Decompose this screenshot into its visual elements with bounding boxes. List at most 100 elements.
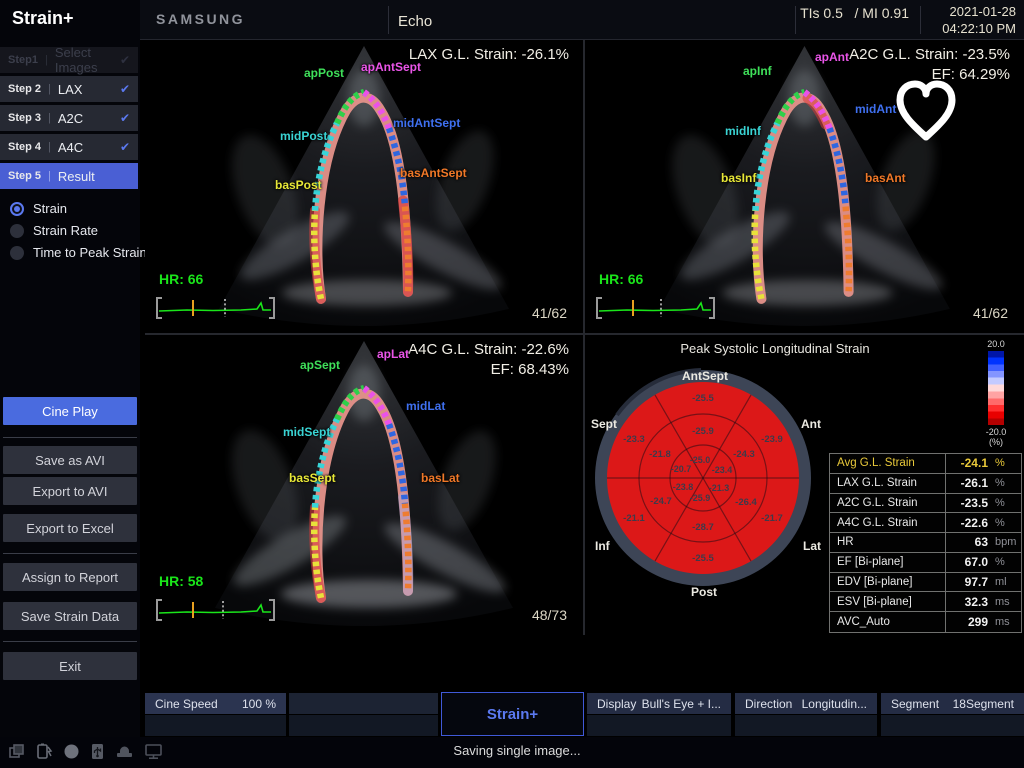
step-item-lax[interactable]: Step 2|LAX✔	[0, 76, 138, 102]
exit-button[interactable]: Exit	[3, 652, 137, 680]
frame-counter: 41/62	[532, 305, 567, 321]
scale-min: -20.0	[977, 427, 1015, 437]
cine-speed-label: Cine Speed	[155, 697, 218, 711]
region-label-lat: Lat	[803, 539, 821, 553]
strain-value-mid-sept: -21.8	[649, 449, 671, 460]
segment-label-apantsept: apAntSept	[361, 60, 421, 74]
export-to-excel-button[interactable]: Export to Excel	[3, 514, 137, 542]
sidebar: Strain+ Step1|Select Images✔ Step 2|LAX✔ S…	[0, 0, 140, 768]
lax-ultrasound-image	[145, 40, 583, 333]
preset-label: Echo	[398, 13, 432, 30]
strain-value-apical-inf: -23.8	[673, 482, 694, 492]
lax-view: LAX G.L. Strain: -26.1% apPostapAntSeptm…	[145, 40, 583, 333]
bullseye-title: Peak Systolic Longitudinal Strain	[625, 341, 925, 356]
ti-mi-readout: TIs 0.5 / MI 0.91	[800, 5, 909, 21]
display-control[interactable]: DisplayBull's Eye + I...	[587, 693, 731, 714]
strain-value-basal-sept: -23.3	[623, 434, 645, 445]
strain-value-basal-post: -25.5	[692, 553, 714, 564]
bullseye-plot: -25.5-23.9-21.7-25.5-21.1-23.3-25.9-24.3…	[585, 363, 823, 593]
app-title: Strain+	[12, 8, 74, 29]
a2c-view: A2C G.L. Strain: -23.5% EF: 64.29% apInf…	[585, 40, 1024, 333]
divider	[795, 6, 796, 34]
lax-strain-readout: LAX G.L. Strain: -26.1%	[409, 46, 569, 63]
segment-label-apsept: apSept	[300, 358, 340, 372]
control-bar: Cine Speed 100 % Strain+ DisplayBull's E…	[140, 692, 1024, 737]
direction-control[interactable]: DirectionLongitudin...	[735, 693, 877, 714]
heart-rate: HR: 58	[159, 573, 203, 589]
ti-value: TIs 0.5	[800, 5, 843, 21]
check-icon: ✔	[120, 111, 130, 125]
date-value: 2021-01-28	[950, 4, 1017, 19]
table-row-ef-bi-plane-: EF [Bi-plane]67.0%	[830, 553, 1021, 573]
region-label-inf: Inf	[595, 539, 610, 553]
mode-radio-strain-rate[interactable]: Strain Rate	[10, 223, 98, 238]
step-item-select-images[interactable]: Step1|Select Images✔	[0, 47, 138, 73]
check-icon: ✔	[120, 53, 130, 67]
samsung-logo: SAMSUNG	[156, 11, 245, 27]
mode-radio-time-to-peak-strain[interactable]: Time to Peak Strain	[10, 245, 147, 260]
strain-value-apical-sept: -20.7	[671, 464, 692, 474]
export-to-avi-button[interactable]: Export to AVI	[3, 477, 137, 505]
cine-play-button[interactable]: Cine Play	[3, 397, 137, 425]
step-item-result[interactable]: Step 5|Result	[0, 163, 138, 189]
a4c-view: A4C G.L. Strain: -22.6% EF: 68.43% apSep…	[145, 335, 583, 635]
strain-value-basal-lat: -21.7	[761, 513, 783, 524]
table-row-a2c-g-l-strain: A2C G.L. Strain-23.5%	[830, 494, 1021, 514]
layers-icon	[8, 743, 25, 760]
top-bar: SAMSUNG Echo TIs 0.5 / MI 0.91 2021-01-2…	[140, 0, 1024, 40]
save-as-avi-button[interactable]: Save as AVI	[3, 446, 137, 474]
empty-cell	[145, 715, 286, 736]
segment-label-midsept: midSept	[283, 425, 330, 439]
table-row-edv-bi-plane-: EDV [Bi-plane]97.7ml	[830, 573, 1021, 593]
strain-value-mid-inf: -24.7	[650, 496, 672, 507]
frame-counter: 48/73	[532, 607, 567, 623]
divider	[3, 641, 137, 642]
strain-value-apical-ant: -23.4	[712, 465, 733, 475]
step-item-a4c[interactable]: Step 4|A4C✔	[0, 134, 138, 160]
record-icon	[63, 743, 80, 760]
battery-charging-icon	[35, 743, 53, 760]
assign-to-report-button[interactable]: Assign to Report	[3, 563, 137, 591]
app-window: Strain+ Step1|Select Images✔ Step 2|LAX✔ S…	[0, 0, 1024, 768]
status-message: Saving single image...	[442, 743, 592, 758]
heart-cursor-icon	[893, 80, 959, 142]
a2c-strain-readout: A2C G.L. Strain: -23.5%	[849, 46, 1010, 63]
segment-label-baslat: basLat	[421, 471, 460, 485]
region-label-sept: Sept	[591, 417, 617, 431]
a4c-ultrasound-image	[145, 335, 583, 635]
strain-plus-button[interactable]: Strain+	[441, 692, 584, 736]
strain-value-apical-post: -25.9	[690, 493, 711, 503]
cine-speed-value: 100 %	[242, 697, 276, 711]
heart-rate: HR: 66	[599, 271, 643, 287]
measurement-table: Avg G.L. Strain-24.1%LAX G.L. Strain-26.…	[829, 453, 1022, 633]
image-viewport: LAX G.L. Strain: -26.1% apPostapAntSeptm…	[145, 40, 1024, 635]
scale-max: 20.0	[977, 339, 1015, 349]
segment-label-apinf: apInf	[743, 64, 772, 78]
segment-label-midantsept: midAntSept	[393, 116, 460, 130]
time-value: 04:22:10 PM	[942, 21, 1016, 36]
segment-label-aplat: apLat	[377, 347, 409, 361]
step-item-a2c[interactable]: Step 3|A2C✔	[0, 105, 138, 131]
empty-cell	[587, 715, 731, 736]
mode-radio-strain[interactable]: Strain	[10, 201, 67, 216]
frame-counter: 41/62	[973, 305, 1008, 321]
table-row-esv-bi-plane-: ESV [Bi-plane]32.3ms	[830, 592, 1021, 612]
table-row-avc-auto: AVC_Auto299ms	[830, 612, 1021, 632]
segment-control[interactable]: Segment18Segment	[881, 693, 1024, 714]
divider	[920, 6, 921, 34]
region-label-ant: Ant	[801, 417, 821, 431]
segment-label-basantsept: basAntSept	[400, 166, 467, 180]
usb-icon	[90, 743, 105, 760]
table-row-a4c-g-l-strain: A4C G.L. Strain-22.6%	[830, 513, 1021, 533]
check-icon: ✔	[120, 82, 130, 96]
strain-color-scale	[988, 351, 1004, 425]
strain-value-apical-lat: -21.3	[709, 483, 730, 493]
radio-icon	[10, 246, 24, 260]
save-strain-data-button[interactable]: Save Strain Data	[3, 602, 137, 630]
check-icon: ✔	[120, 140, 130, 154]
segment-label-midant: midAnt	[855, 102, 896, 116]
segment-label-basinf: basInf	[721, 171, 756, 185]
bullseye-view: Peak Systolic Longitudinal Strain -25.5 -…	[585, 335, 1024, 635]
cine-speed-control[interactable]: Cine Speed 100 %	[145, 693, 286, 714]
radio-icon	[10, 224, 24, 238]
